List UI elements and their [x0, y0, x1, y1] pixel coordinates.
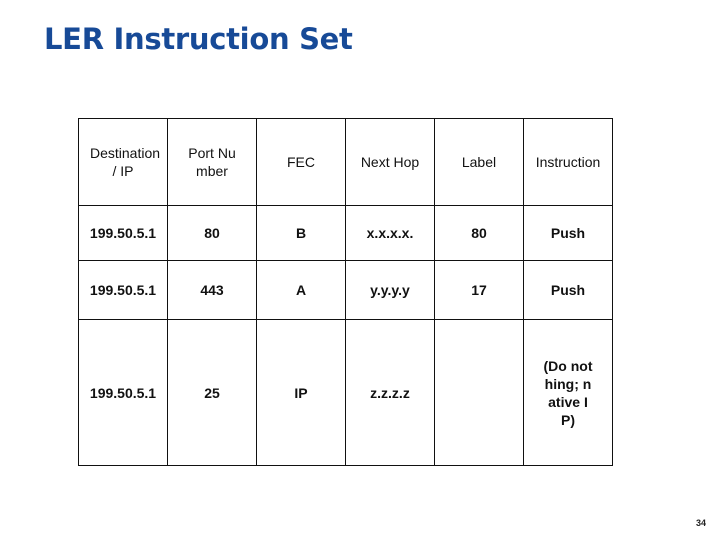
slide-title: LER Instruction Set	[44, 22, 353, 56]
cell-destination: 199.50.5.1	[78, 205, 168, 261]
page-number: 34	[695, 518, 706, 528]
cell-next-hop: y.y.y.y	[345, 260, 435, 320]
header-destination-ip: Destination / IP	[78, 118, 168, 206]
cell-instruction: (Do nothing; native IP)	[523, 319, 613, 466]
cell-destination: 199.50.5.1	[78, 260, 168, 320]
header-label: Label	[434, 118, 524, 206]
table-row: 199.50.5.1 443 A y.y.y.y 17 Push	[78, 260, 613, 320]
cell-instruction: Push	[523, 260, 613, 320]
cell-port: 80	[167, 205, 257, 261]
cell-label	[434, 319, 524, 466]
header-next-hop: Next Hop	[345, 118, 435, 206]
header-port-number: Port Number	[167, 118, 257, 206]
cell-label: 80	[434, 205, 524, 261]
cell-fec: B	[256, 205, 346, 261]
table-row: 199.50.5.1 80 B x.x.x.x. 80 Push	[78, 205, 613, 261]
cell-next-hop: z.z.z.z	[345, 319, 435, 466]
header-instruction: Instruction	[523, 118, 613, 206]
cell-label: 17	[434, 260, 524, 320]
cell-port: 25	[167, 319, 257, 466]
table-header-row: Destination / IP Port Number FEC Next Ho…	[78, 118, 613, 206]
cell-fec: A	[256, 260, 346, 320]
header-fec: FEC	[256, 118, 346, 206]
cell-instruction: Push	[523, 205, 613, 261]
table-row: 199.50.5.1 25 IP z.z.z.z (Do nothing; na…	[78, 319, 613, 466]
cell-destination: 199.50.5.1	[78, 319, 168, 466]
ler-instruction-table: Destination / IP Port Number FEC Next Ho…	[78, 118, 613, 466]
cell-next-hop: x.x.x.x.	[345, 205, 435, 261]
cell-port: 443	[167, 260, 257, 320]
cell-fec: IP	[256, 319, 346, 466]
